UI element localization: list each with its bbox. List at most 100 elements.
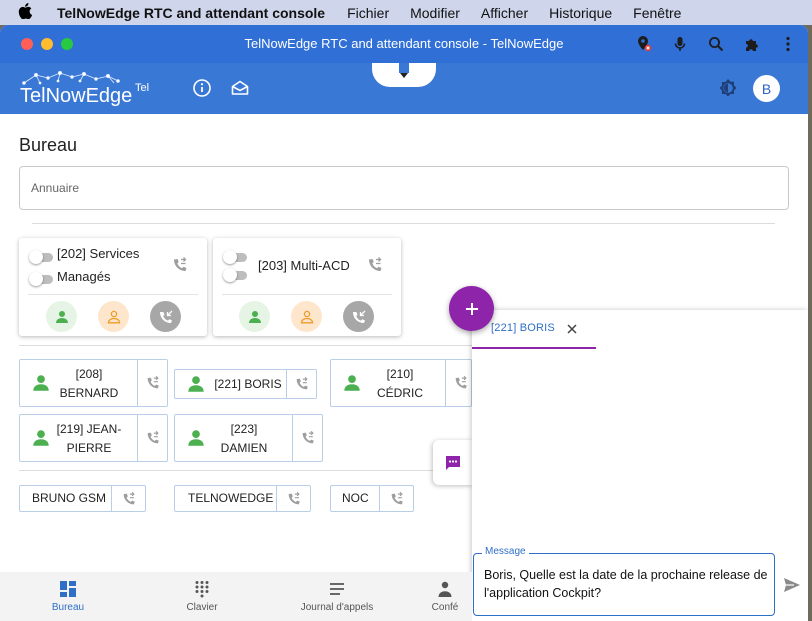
agent-available-button[interactable]	[46, 301, 77, 332]
menu-fenetre[interactable]: Fenêtre	[633, 5, 681, 21]
section-divider	[19, 345, 472, 346]
zoom-icon[interactable]	[706, 34, 726, 54]
external-contact-name: BRUNO GSM	[32, 491, 107, 505]
nav-label: Clavier	[186, 602, 218, 613]
macos-menubar: TelNowEdge RTC and attendant console Fic…	[0, 0, 812, 25]
message-field[interactable]: Message Boris, Quelle est la date de la …	[473, 546, 775, 616]
group-toggle-1[interactable]	[29, 250, 53, 264]
group-toggle-1[interactable]	[223, 250, 247, 264]
message-input[interactable]: Boris, Quelle est la date de la prochain…	[484, 566, 769, 602]
menubar-app-name[interactable]: TelNowEdge RTC and attendant console	[57, 5, 325, 21]
person-green-icon	[33, 430, 49, 446]
add-fab-button[interactable]	[449, 286, 494, 331]
nav-bureau[interactable]: Bureau	[18, 572, 118, 621]
nav-journal-appels[interactable]: Journal d'appels	[287, 572, 387, 621]
group-toggle-2[interactable]	[29, 272, 53, 286]
call-forward-icon[interactable]	[137, 360, 167, 406]
extension-number: [210]	[386, 367, 414, 381]
extensions-puzzle-icon[interactable]	[742, 34, 762, 54]
close-icon[interactable]	[566, 322, 578, 334]
info-icon[interactable]	[192, 78, 212, 98]
menu-afficher[interactable]: Afficher	[481, 5, 528, 21]
extension-label: [221] BORIS	[214, 377, 282, 391]
window-titlebar: TelNowEdge RTC and attendant console - T…	[0, 25, 808, 63]
section-divider	[32, 223, 775, 224]
extension-chip-219[interactable]: [219] JEAN- PIERRE	[19, 414, 168, 462]
theme-brightness-icon[interactable]	[718, 78, 738, 98]
person-green-icon	[248, 310, 261, 323]
directory-search[interactable]	[19, 166, 789, 210]
external-contact-name: NOC	[342, 491, 369, 505]
mail-icon[interactable]	[230, 78, 250, 98]
dashboard-icon	[60, 581, 76, 597]
caret-down-icon	[400, 66, 408, 84]
missed-call-button[interactable]	[150, 301, 181, 332]
group-name-line1: [202] Services	[57, 246, 140, 261]
group-card-services-managed: [202] Services Managés	[19, 238, 207, 336]
dialpad-icon	[195, 581, 209, 598]
call-forward-icon[interactable]	[137, 415, 167, 461]
nav-label: Journal d'appels	[300, 602, 374, 613]
chat-toggle-button[interactable]	[433, 440, 473, 485]
group-name-line2: Managés	[57, 269, 111, 284]
external-contact-telnowedge[interactable]: TELNOWEDGE	[174, 485, 311, 512]
people-icon	[438, 581, 452, 597]
extension-number: [223]	[230, 422, 258, 436]
logo-sup: Tel	[135, 82, 149, 94]
agent-paused-button[interactable]	[98, 301, 129, 332]
person-green-icon	[55, 310, 68, 323]
extension-number: [219] JEAN-	[56, 422, 122, 436]
person-green-icon	[33, 375, 49, 391]
external-contact-bruno-gsm[interactable]: BRUNO GSM	[19, 485, 146, 512]
chat-tab-boris[interactable]: [221] BORIS	[491, 322, 555, 334]
location-blocked-icon[interactable]	[634, 34, 654, 54]
send-icon[interactable]	[782, 575, 802, 595]
group-name: [203] Multi-ACD	[258, 258, 350, 273]
missed-call-button[interactable]	[343, 301, 374, 332]
menu-fichier[interactable]: Fichier	[347, 5, 389, 21]
person-outline-orange-icon	[107, 310, 120, 323]
extension-name: PIERRE	[66, 441, 112, 455]
extension-chip-210[interactable]: [210] CÉDRIC	[330, 359, 472, 407]
directory-search-input[interactable]	[20, 167, 788, 209]
apple-menu-icon[interactable]	[18, 2, 40, 23]
chat-panel: [221] BORIS Message Boris, Quelle est la…	[472, 310, 808, 621]
call-forward-icon[interactable]	[286, 370, 316, 398]
group-card-multi-acd: [203] Multi-ACD	[213, 238, 401, 336]
call-forward-icon[interactable]	[276, 486, 310, 511]
external-contact-noc[interactable]: NOC	[330, 485, 414, 512]
card-separator	[28, 294, 198, 295]
person-outline-orange-icon	[300, 310, 313, 323]
call-forward-icon[interactable]	[379, 486, 413, 511]
person-green-icon	[188, 376, 204, 392]
person-green-icon	[344, 375, 360, 391]
group-toggle-2[interactable]	[223, 268, 247, 282]
menu-modifier[interactable]: Modifier	[410, 5, 460, 21]
nav-label: Confé	[431, 602, 459, 613]
call-forward-icon[interactable]	[111, 486, 145, 511]
message-field-label: Message	[482, 546, 529, 557]
call-forward-icon[interactable]	[292, 415, 322, 461]
call-forward-icon[interactable]	[366, 256, 386, 276]
extension-chip-221[interactable]: [221] BORIS	[174, 369, 317, 399]
more-vert-icon[interactable]	[778, 34, 798, 54]
nav-conference[interactable]: Confé	[418, 572, 472, 621]
logo-text: TelNowEdge	[20, 85, 132, 107]
call-forward-icon[interactable]	[445, 360, 475, 406]
expand-pull-tab[interactable]	[372, 63, 436, 87]
card-separator	[222, 294, 392, 295]
nav-label: Bureau	[51, 602, 85, 613]
agent-available-button[interactable]	[239, 301, 270, 332]
extension-name: DAMIEN	[220, 441, 268, 455]
extension-chip-208[interactable]: [208] BERNARD	[19, 359, 168, 407]
plus-icon	[465, 302, 478, 315]
menu-historique[interactable]: Historique	[549, 5, 612, 21]
extension-chip-223[interactable]: [223] DAMIEN	[174, 414, 323, 462]
call-forward-icon[interactable]	[171, 256, 191, 276]
nav-clavier[interactable]: Clavier	[152, 572, 252, 621]
extension-number: [208]	[75, 367, 103, 381]
user-avatar[interactable]: B	[753, 75, 780, 102]
agent-paused-button[interactable]	[291, 301, 322, 332]
microphone-icon[interactable]	[670, 34, 690, 54]
phone-incoming-icon	[159, 310, 172, 323]
